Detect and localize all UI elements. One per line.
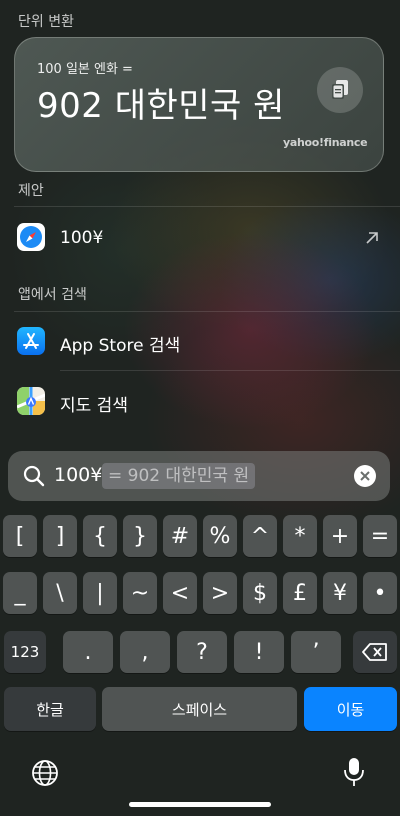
key[interactable]: . bbox=[63, 631, 113, 673]
key[interactable]: < bbox=[163, 572, 197, 614]
key[interactable]: + bbox=[323, 515, 357, 557]
key[interactable]: [ bbox=[3, 515, 37, 557]
arrow-up-right-icon bbox=[366, 232, 378, 244]
search-completion: = 902 대한민국 원 bbox=[102, 463, 256, 489]
key[interactable]: ? bbox=[177, 631, 227, 673]
key[interactable]: > bbox=[203, 572, 237, 614]
copy-button[interactable] bbox=[317, 67, 363, 113]
app-store-search-row[interactable]: App Store 검색 bbox=[0, 312, 400, 370]
key[interactable]: ^ bbox=[243, 515, 277, 557]
copy-icon bbox=[332, 80, 348, 99]
key[interactable]: $ bbox=[243, 572, 277, 614]
key[interactable]: | bbox=[83, 572, 117, 614]
key[interactable]: = bbox=[363, 515, 397, 557]
maps-icon bbox=[17, 387, 45, 415]
conversion-card[interactable]: 100 일본 엔화 = 902 대한민국 원 yahoo!finance bbox=[14, 37, 384, 172]
conversion-section-label: 단위 변환 bbox=[18, 14, 74, 30]
key[interactable]: _ bbox=[3, 572, 37, 614]
key[interactable]: , bbox=[120, 631, 170, 673]
conversion-result-text: 902 대한민국 원 bbox=[37, 86, 285, 126]
microphone-icon[interactable] bbox=[342, 756, 366, 788]
yahoo-finance-logo: yahoo!finance bbox=[283, 136, 368, 149]
delete-key[interactable] bbox=[353, 631, 397, 673]
safari-icon bbox=[17, 223, 45, 251]
search-input[interactable]: 100¥ bbox=[54, 464, 102, 486]
suggestions-section-label: 제안 bbox=[18, 183, 44, 199]
key[interactable]: % bbox=[203, 515, 237, 557]
key[interactable]: £ bbox=[283, 572, 317, 614]
mode-key[interactable]: 123 bbox=[4, 631, 46, 673]
key[interactable]: \ bbox=[43, 572, 77, 614]
search-bar[interactable]: 100¥ = 902 대한민국 원 bbox=[8, 451, 390, 501]
go-key[interactable]: 이동 bbox=[304, 687, 397, 731]
globe-icon[interactable] bbox=[30, 758, 60, 788]
key[interactable]: } bbox=[123, 515, 157, 557]
key[interactable]: ¥ bbox=[323, 572, 357, 614]
key[interactable]: # bbox=[163, 515, 197, 557]
home-indicator bbox=[129, 802, 271, 807]
key[interactable]: ! bbox=[234, 631, 284, 673]
key[interactable]: { bbox=[83, 515, 117, 557]
language-key[interactable]: 한글 bbox=[4, 687, 96, 731]
key[interactable]: • bbox=[363, 572, 397, 614]
conversion-input-text: 100 일본 엔화 = bbox=[37, 62, 133, 77]
key[interactable]: ~ bbox=[123, 572, 157, 614]
maps-search-row[interactable]: 지도 검색 bbox=[0, 371, 400, 431]
close-icon bbox=[360, 471, 370, 481]
key[interactable]: * bbox=[283, 515, 317, 557]
app-search-section-label: 앱에서 검색 bbox=[18, 287, 87, 303]
app-store-search-label: App Store 검색 bbox=[60, 336, 181, 356]
suggestion-label: 100¥ bbox=[60, 228, 104, 248]
key[interactable]: ’ bbox=[291, 631, 341, 673]
delete-icon bbox=[362, 643, 387, 661]
key[interactable]: ] bbox=[43, 515, 77, 557]
suggestion-row[interactable]: 100¥ bbox=[0, 207, 400, 269]
space-key[interactable]: 스페이스 bbox=[102, 687, 297, 731]
search-icon bbox=[23, 465, 45, 487]
clear-button[interactable] bbox=[354, 465, 376, 487]
maps-search-label: 지도 검색 bbox=[60, 396, 128, 416]
app-store-icon bbox=[17, 327, 45, 355]
